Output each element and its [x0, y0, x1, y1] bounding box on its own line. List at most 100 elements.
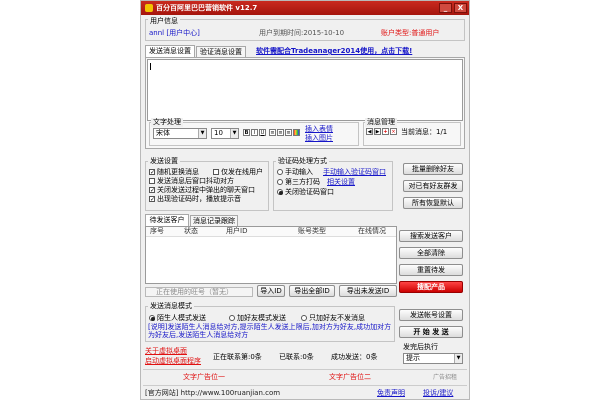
text-cursor: [150, 63, 151, 70]
start-send-button[interactable]: 开 始 发 送: [399, 326, 463, 338]
send-settings-label: 发送设置: [148, 157, 180, 166]
chevron-down-icon: ▼: [454, 354, 462, 363]
customer-list[interactable]: 序号 状态 用户ID 账号类型 在线情况: [145, 226, 397, 284]
captcha-sound-checkbox[interactable]: ✓: [149, 196, 155, 203]
align-center-icon[interactable]: ≡: [277, 129, 284, 136]
online-only-checkbox[interactable]: [213, 169, 219, 175]
add-friend-only-radio[interactable]: [301, 315, 307, 321]
align-right-icon[interactable]: ≡: [285, 129, 292, 136]
list-header: 序号 状态 用户ID 账号类型 在线情况: [146, 227, 396, 237]
insert-image-link[interactable]: 插入图片: [305, 134, 333, 143]
window-title: 百分百阿里巴巴营销软件 v12.7: [156, 4, 258, 12]
minimize-button[interactable]: _: [439, 3, 452, 13]
chevron-down-icon: ▼: [230, 129, 238, 138]
about-virtual-desktop-link[interactable]: 关于虚拟桌面: [145, 347, 187, 356]
sending-count: 正在联系第:0条: [213, 353, 262, 361]
align-left-icon[interactable]: ≡: [269, 129, 276, 136]
match-products-button[interactable]: 搜配产品: [399, 281, 463, 293]
column-user-id[interactable]: 用户ID: [226, 227, 247, 236]
tab-pending-customers[interactable]: 待发送客户: [145, 214, 189, 226]
search-customers-button[interactable]: 搜索发送客户: [399, 230, 463, 242]
manual-captcha-window-link[interactable]: 手动输入验证码窗口: [323, 168, 386, 177]
delete-message-icon[interactable]: ×: [390, 128, 397, 135]
first-message-icon[interactable]: ◀: [366, 128, 373, 135]
user-name-link[interactable]: annl [用户中心]: [149, 29, 200, 38]
tab-verify-settings[interactable]: 验证消息设置: [196, 46, 246, 57]
app-window: 百分百阿里巴巴营销软件 v12.7 _ X 用户信息 annl [用户中心] 用…: [140, 0, 470, 400]
column-index[interactable]: 序号: [150, 227, 164, 236]
insert-emoji-link[interactable]: 插入表情: [305, 125, 333, 134]
close-chat-checkbox[interactable]: ✓: [149, 187, 155, 194]
export-all-id-button[interactable]: 导出全部ID: [289, 285, 335, 297]
add-friend-only-label: 只加好友不发消息: [309, 314, 365, 322]
font-value: 宋体: [156, 129, 170, 137]
disclaimer-link[interactable]: 免责声明: [377, 389, 405, 398]
font-size-value: 10: [214, 129, 223, 137]
after-send-select[interactable]: 提示 ▼: [403, 353, 463, 364]
ad-slot-2[interactable]: 文字广告位二: [329, 373, 371, 382]
underline-button[interactable]: U: [259, 129, 266, 136]
restore-defaults-button[interactable]: 所有恢复默认: [403, 197, 463, 209]
close-button[interactable]: X: [454, 3, 467, 13]
italic-button[interactable]: I: [251, 129, 258, 136]
tab-send-settings[interactable]: 发送消息设置: [145, 45, 195, 57]
batch-delete-friends-button[interactable]: 批量删除好友: [403, 163, 463, 175]
font-select[interactable]: 宋体 ▼: [153, 128, 207, 139]
third-party-label: 第三方打码: [285, 178, 320, 186]
close-captcha-radio[interactable]: [277, 189, 283, 195]
export-unsent-id-button[interactable]: 导出未发送ID: [339, 285, 397, 297]
message-mgmt-label: 消息管理: [365, 118, 397, 127]
expiry-date: 用户到期时间:2015-10-10: [259, 29, 345, 37]
column-status[interactable]: 状态: [184, 227, 198, 236]
app-logo-icon: [145, 4, 153, 12]
account-settings-button[interactable]: 发送帐号设置: [399, 309, 463, 321]
shake-window-checkbox[interactable]: [149, 178, 155, 184]
captcha-label: 验证码处理方式: [276, 157, 329, 166]
stranger-mode-radio[interactable]: [149, 315, 155, 321]
account-placeholder: 正在使用的旺号（暂无）: [156, 288, 233, 296]
next-message-icon[interactable]: ▶: [374, 128, 381, 135]
ad-tag[interactable]: 广告招租: [433, 373, 457, 382]
tab-message-log[interactable]: 消息记录跟踪: [190, 215, 238, 226]
column-account-type[interactable]: 账号类型: [298, 227, 326, 236]
bold-button[interactable]: B: [243, 129, 250, 136]
column-online-status[interactable]: 在线情况: [358, 227, 386, 236]
random-message-label: 随机更换消息: [157, 168, 199, 176]
online-only-label: 仅发在线用户: [221, 168, 263, 176]
title-bar[interactable]: 百分百阿里巴巴营销软件 v12.7 _ X: [141, 1, 469, 15]
account-field[interactable]: 正在使用的旺号（暂无）: [145, 287, 253, 297]
third-party-radio[interactable]: [277, 179, 283, 185]
divider: [143, 369, 467, 370]
start-virtual-desktop-link[interactable]: 启动虚拟桌面程序: [145, 357, 201, 366]
friend-mode-label: 加好友模式发送: [237, 314, 286, 322]
random-message-checkbox[interactable]: ✓: [149, 169, 155, 176]
complaint-link[interactable]: 投诉/建议: [423, 389, 453, 398]
stranger-mode-label: 陌生人模式发送: [157, 314, 206, 322]
color-palette-icon[interactable]: [293, 129, 300, 136]
manual-input-radio[interactable]: [277, 169, 283, 175]
message-editor[interactable]: [147, 59, 463, 121]
add-message-icon[interactable]: +: [382, 128, 389, 135]
third-party-settings-link[interactable]: 相关设置: [327, 178, 355, 187]
close-chat-label: 关闭发送过程中弹出的聊天窗口: [157, 186, 255, 194]
close-captcha-label: 关闭验证码窗口: [285, 188, 334, 196]
ad-slot-1[interactable]: 文字广告位一: [183, 373, 225, 382]
clear-all-button[interactable]: 全部清除: [399, 247, 463, 259]
friend-mode-radio[interactable]: [229, 315, 235, 321]
import-id-button[interactable]: 导入ID: [257, 285, 285, 297]
send-mode-label: 发送消息模式: [148, 302, 194, 311]
after-send-label: 发完后执行: [403, 343, 438, 351]
reset-pending-button[interactable]: 重置待发: [399, 264, 463, 276]
font-size-select[interactable]: 10 ▼: [211, 128, 239, 139]
download-notice-link[interactable]: 软件需配合Tradeanager2014使用，点击下载!: [256, 47, 412, 56]
after-send-value: 提示: [406, 354, 420, 362]
current-message: 当前消息：1/1: [401, 128, 448, 136]
website-link[interactable]: [官方网站] http://www.100ruanjian.com: [145, 389, 280, 398]
mode-description: [说明]发送陌生人消息给对方,提示陌生人发送上限后,加对方为好友,成功加对方为好…: [148, 323, 392, 339]
footer-divider: [143, 385, 467, 386]
captcha-sound-label: 出现验证码时，播放提示音: [157, 195, 241, 203]
text-format-label: 文字处理: [151, 118, 183, 127]
account-type: 账户类型:普通用户: [381, 29, 440, 37]
mass-send-friends-button[interactable]: 对已有好友群发: [403, 180, 463, 192]
sent-count: 已联系:0条: [279, 353, 314, 361]
